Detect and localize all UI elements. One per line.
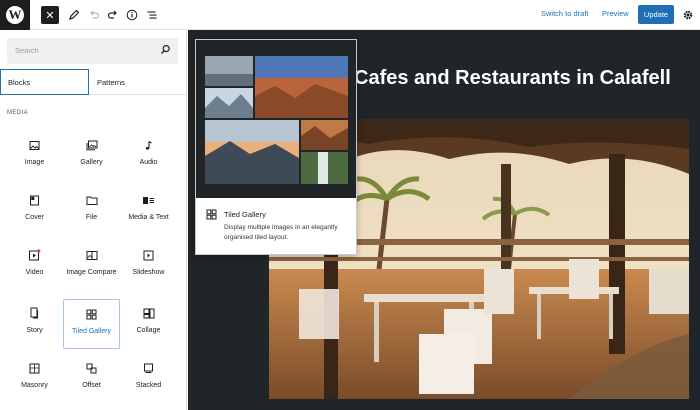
gear-icon — [683, 10, 693, 20]
block-item-image-compare[interactable]: Image Compare — [63, 241, 120, 291]
tiled-gallery-preview-images — [205, 56, 348, 184]
redo-icon — [107, 10, 117, 19]
story-icon — [30, 307, 38, 319]
list-view-button[interactable] — [142, 5, 162, 25]
block-label: Slideshow — [132, 269, 165, 276]
block-label: Media & Text — [128, 214, 169, 221]
wordpress-icon: W — [6, 6, 24, 24]
tab-patterns[interactable]: Patterns — [97, 69, 125, 95]
undo-icon — [90, 10, 100, 19]
settings-button[interactable] — [678, 5, 698, 25]
block-label: Audio — [139, 159, 158, 166]
cover-icon — [30, 195, 39, 205]
block-preview-popover: Tiled Gallery Display multiple images in… — [195, 39, 357, 255]
close-icon: ✕ — [45, 9, 55, 22]
block-inserter-panel: Search Blocks Patterns MEDIA Image Galle… — [0, 30, 187, 410]
block-label: Masonry — [21, 382, 48, 389]
redo-button[interactable] — [103, 5, 123, 25]
gallery-icon — [86, 140, 97, 150]
block-label: File — [85, 214, 98, 221]
image-compare-icon — [86, 250, 97, 260]
file-icon — [86, 196, 97, 205]
info-icon — [126, 9, 138, 21]
switch-to-draft-link[interactable]: Switch to draft — [541, 9, 589, 18]
block-label: Story — [26, 327, 43, 334]
top-toolbar: W ✕ Switch to draft Preview Update — [0, 0, 700, 30]
block-item-media-text[interactable]: Media & Text — [120, 186, 177, 236]
block-label: Cover — [25, 214, 44, 221]
block-label: Image Compare — [66, 269, 117, 276]
tiled-gallery-icon — [86, 309, 97, 319]
tiled-gallery-icon — [206, 209, 217, 220]
block-item-collage[interactable]: Collage — [120, 299, 177, 349]
wordpress-logo-button[interactable]: W — [0, 0, 30, 30]
block-label: Video — [25, 269, 44, 276]
inserter-tabs: Blocks Patterns — [0, 69, 187, 95]
tab-blocks[interactable]: Blocks — [0, 69, 89, 95]
pencil-icon — [69, 9, 80, 20]
search-icon — [161, 44, 170, 54]
block-item-story[interactable]: Story — [6, 299, 63, 349]
block-preview-description: Display multiple images in an elegantly … — [224, 224, 338, 241]
slideshow-icon — [143, 250, 154, 260]
block-item-stacked[interactable]: Stacked — [120, 354, 177, 404]
block-item-offset[interactable]: Offset — [63, 354, 120, 404]
video-icon — [29, 249, 41, 261]
block-label: Tiled Gallery — [71, 328, 112, 335]
block-item-file[interactable]: File — [63, 186, 120, 236]
audio-icon — [145, 140, 152, 150]
block-label: Image — [24, 159, 45, 166]
block-item-tiled-gallery[interactable]: Tiled Gallery — [63, 299, 120, 349]
search-placeholder: Search — [15, 46, 39, 55]
category-heading-media: MEDIA — [7, 110, 29, 116]
post-title[interactable]: Cafes and Restaurants in Calafell — [354, 67, 671, 90]
block-label: Stacked — [135, 382, 162, 389]
block-search-input[interactable]: Search — [7, 38, 178, 64]
masonry-icon — [29, 363, 40, 373]
block-item-video[interactable]: Video — [6, 241, 63, 291]
block-item-gallery[interactable]: Gallery — [63, 131, 120, 181]
block-item-masonry[interactable]: Masonry — [6, 354, 63, 404]
collage-icon — [143, 308, 154, 318]
details-button[interactable] — [122, 5, 142, 25]
block-label: Offset — [82, 382, 101, 389]
stacked-icon — [144, 363, 153, 373]
preview-link[interactable]: Preview — [602, 9, 629, 18]
close-inserter-button[interactable]: ✕ — [41, 6, 59, 24]
block-item-image[interactable]: Image — [6, 131, 63, 181]
block-label: Gallery — [80, 159, 103, 166]
image-icon — [29, 140, 40, 150]
block-preview-title: Tiled Gallery — [224, 210, 266, 219]
media-text-icon — [143, 196, 154, 204]
tools-button[interactable] — [64, 5, 84, 25]
block-item-cover[interactable]: Cover — [6, 186, 63, 236]
block-preview-area — [196, 40, 356, 198]
undo-button[interactable] — [84, 5, 104, 25]
block-label: Collage — [136, 327, 161, 334]
update-button[interactable]: Update — [638, 5, 674, 24]
offset-icon — [86, 363, 97, 373]
list-view-icon — [147, 11, 157, 19]
block-item-audio[interactable]: Audio — [120, 131, 177, 181]
block-item-slideshow[interactable]: Slideshow — [120, 241, 177, 291]
